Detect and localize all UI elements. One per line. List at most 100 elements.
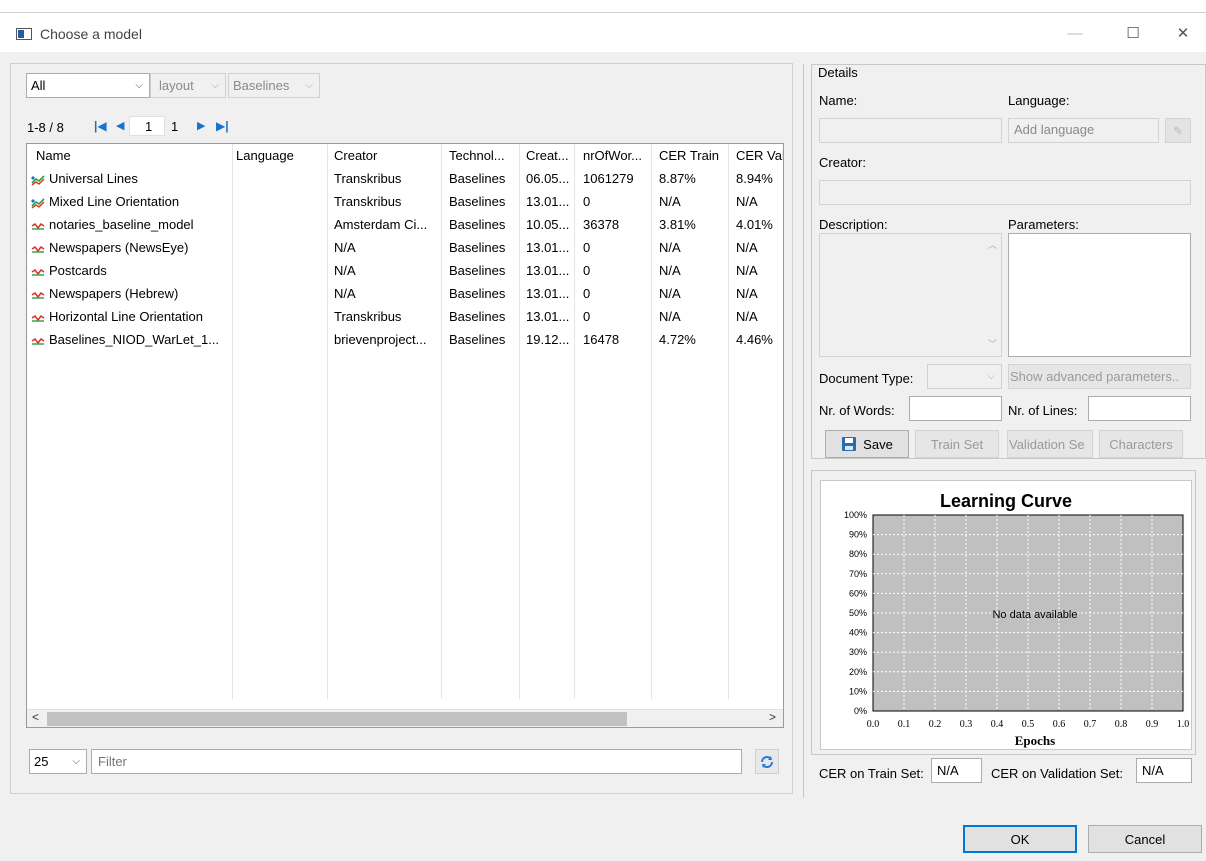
name-label: Name:: [819, 93, 858, 108]
scroll-down-icon[interactable]: ﹀: [988, 337, 997, 350]
cell-created: 13.01...: [526, 286, 570, 301]
scroll-right-icon[interactable]: >: [769, 710, 776, 724]
ok-button[interactable]: OK: [963, 825, 1077, 853]
characters-button[interactable]: Characters: [1099, 430, 1183, 458]
cell-words: 36378: [583, 217, 620, 232]
cell-cer-val: N/A: [736, 240, 758, 255]
scroll-thumb[interactable]: [47, 712, 627, 726]
page-size-select[interactable]: 25 ⌵: [29, 749, 87, 774]
document-type-select[interactable]: ⌵: [927, 364, 1002, 389]
horizontal-scrollbar[interactable]: < >: [27, 709, 783, 727]
next-page-icon[interactable]: ▶: [197, 119, 205, 132]
cell-creator: N/A: [334, 286, 356, 301]
nr-of-words-field[interactable]: [909, 396, 1002, 421]
cell-cer-train: N/A: [659, 194, 681, 209]
type-filter-select[interactable]: All ⌵: [26, 73, 150, 98]
show-advanced-parameters-button[interactable]: Show advanced parameters..: [1008, 364, 1191, 389]
cell-created: 10.05...: [526, 217, 570, 232]
layout-filter-select[interactable]: layout ⌵: [150, 73, 226, 98]
table-row[interactable]: notaries_baseline_model Amsterdam Ci... Ba…: [27, 214, 783, 237]
baselines-filter-value: Baselines: [233, 78, 290, 93]
cell-words: 0: [583, 194, 591, 209]
column-header-cer-validation[interactable]: CER Vali: [736, 148, 783, 163]
y-tick-label: 20%: [849, 667, 867, 677]
column-header-created[interactable]: Creat...: [526, 148, 572, 163]
edit-language-button[interactable]: ✎: [1165, 118, 1191, 143]
chevron-down-icon: ⌵: [305, 80, 313, 91]
maximize-button[interactable]: ☐: [1110, 13, 1156, 53]
column-header-nr-of-words[interactable]: nrOfWor...: [583, 148, 649, 163]
refresh-button[interactable]: [755, 749, 779, 774]
cell-cer-train: N/A: [659, 263, 681, 278]
x-tick-label: 0.4: [991, 719, 1004, 730]
x-tick-label: 0.3: [960, 719, 973, 730]
cancel-button[interactable]: Cancel: [1088, 825, 1202, 853]
save-button[interactable]: Save: [825, 430, 909, 458]
creator-field[interactable]: [819, 180, 1191, 205]
cell-words: 0: [583, 286, 591, 301]
cell-cer-train: 8.87%: [659, 171, 696, 186]
cer-train-value: N/A: [931, 758, 982, 783]
cell-cer-train: 3.81%: [659, 217, 696, 232]
description-textarea[interactable]: ︿ ﹀: [819, 233, 1002, 357]
cell-creator: Amsterdam Ci...: [334, 217, 428, 232]
last-page-icon[interactable]: ▶|: [216, 119, 229, 133]
validation-set-button[interactable]: Validation Se: [1007, 430, 1093, 458]
name-field[interactable]: [819, 118, 1002, 143]
cell-name: Baselines_NIOD_WarLet_1...: [49, 332, 220, 347]
page-input-value: 1: [145, 119, 153, 134]
y-tick-label: 90%: [849, 530, 867, 540]
first-page-icon[interactable]: |◀: [94, 119, 107, 133]
cell-cer-train: 4.72%: [659, 332, 696, 347]
cell-name: Newspapers (Hebrew): [49, 286, 179, 301]
cell-words: 0: [583, 309, 591, 324]
cell-tech: Baselines: [449, 332, 506, 347]
cell-name: Newspapers (NewsEye): [49, 240, 189, 255]
filter-input[interactable]: [91, 749, 742, 774]
language-label: Language:: [1008, 93, 1070, 108]
cell-created: 13.01...: [526, 194, 570, 209]
cell-words: 1061279: [583, 171, 634, 186]
close-button[interactable]: ✕: [1160, 13, 1206, 53]
y-tick-label: 100%: [844, 510, 867, 520]
refresh-icon: [761, 755, 773, 768]
x-tick-label: 0.6: [1053, 719, 1066, 730]
prev-page-icon[interactable]: ◀: [116, 119, 124, 132]
table-row[interactable]: Postcards N/A Baselines 13.01... 0 N/A N/A: [27, 260, 783, 283]
x-axis-label: Epochs: [1015, 733, 1055, 748]
nr-of-lines-field[interactable]: [1088, 396, 1191, 421]
language-field[interactable]: Add language: [1008, 118, 1159, 143]
cell-name: notaries_baseline_model: [49, 217, 194, 232]
cell-cer-val: N/A: [736, 263, 758, 278]
page-input[interactable]: 1: [129, 116, 165, 136]
cell-created: 06.05...: [526, 171, 570, 186]
table-row[interactable]: Newspapers (NewsEye) N/A Baselines 13.01...…: [27, 237, 783, 260]
x-tick-label: 0.5: [1022, 719, 1035, 730]
y-tick-label: 50%: [849, 608, 867, 618]
baselines-filter-select[interactable]: Baselines ⌵: [228, 73, 320, 98]
cell-cer-train: N/A: [659, 286, 681, 301]
table-header: Name Language Creator Technol... Creat..…: [27, 146, 783, 168]
x-tick-label: 0.1: [898, 719, 911, 730]
table-row[interactable]: Baselines_NIOD_WarLet_1... brievenproject…: [27, 329, 783, 352]
train-set-button[interactable]: Train Set: [915, 430, 999, 458]
table-row[interactable]: Mixed Line Orientation Transkribus Baselin…: [27, 191, 783, 214]
cell-name: Postcards: [49, 263, 107, 278]
column-header-creator[interactable]: Creator: [334, 148, 439, 163]
cell-words: 16478: [583, 332, 620, 347]
table-row[interactable]: Newspapers (Hebrew) N/A Baselines 13.01... 0…: [27, 283, 783, 306]
scroll-left-icon[interactable]: <: [32, 710, 39, 724]
column-header-technology[interactable]: Technol...: [449, 148, 517, 163]
cell-name: Horizontal Line Orientation: [49, 309, 203, 324]
minimize-button[interactable]: —: [1052, 13, 1098, 53]
table-row[interactable]: Universal Lines Transkribus Baselines 06.05…: [27, 168, 783, 191]
column-header-cer-train[interactable]: CER Train: [659, 148, 727, 163]
cell-cer-train: N/A: [659, 240, 681, 255]
column-header-language[interactable]: Language: [236, 148, 324, 163]
cell-cer-val: N/A: [736, 194, 758, 209]
column-header-name[interactable]: Name: [36, 148, 226, 163]
paging-range: 1-8 / 8: [27, 120, 64, 135]
scroll-up-icon[interactable]: ︿: [988, 238, 997, 251]
table-row[interactable]: Horizontal Line Orientation Transkribus Ba…: [27, 306, 783, 329]
parameters-textarea[interactable]: [1008, 233, 1191, 357]
